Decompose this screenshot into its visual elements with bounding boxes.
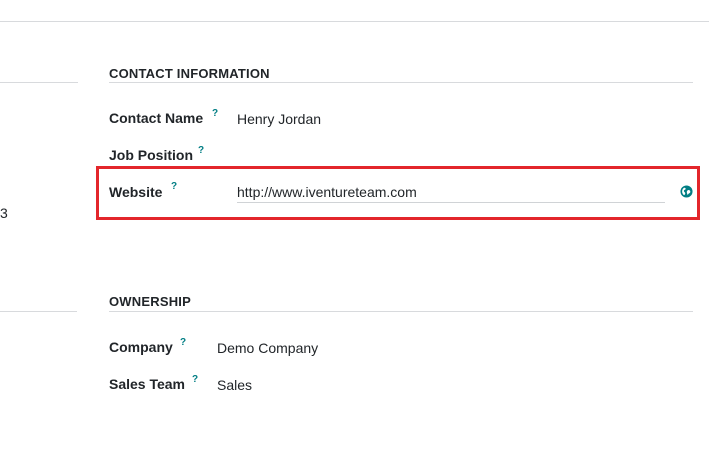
contact-name-value[interactable]: Henry Jordan [237,111,321,127]
top-divider [0,21,709,22]
sales-team-help-tooltip[interactable]: ? [192,374,198,385]
left-column-partial-text: 3 [0,205,8,221]
website-input[interactable] [237,182,665,203]
company-value[interactable]: Demo Company [217,340,318,356]
job-position-value[interactable] [237,147,665,165]
globe-icon[interactable] [680,185,693,198]
contact-name-label: Contact Name [109,110,204,126]
website-help-tooltip[interactable]: ? [171,181,177,192]
ownership-section-title: OWNERSHIP [109,294,191,309]
contact-name-help-tooltip[interactable]: ? [212,108,218,119]
job-position-label: Job Position [109,147,193,163]
left-column-divider [0,311,77,312]
job-position-help-tooltip[interactable]: ? [198,145,204,156]
website-label: Website [109,184,163,200]
ownership-section-divider [109,311,693,312]
contact-section-title: CONTACT INFORMATION [109,66,270,81]
contact-section-divider [109,82,693,83]
company-help-tooltip[interactable]: ? [180,337,186,348]
left-column-divider [0,82,78,83]
company-label: Company [109,339,173,355]
sales-team-value[interactable]: Sales [217,377,252,393]
sales-team-label: Sales Team [109,376,186,392]
